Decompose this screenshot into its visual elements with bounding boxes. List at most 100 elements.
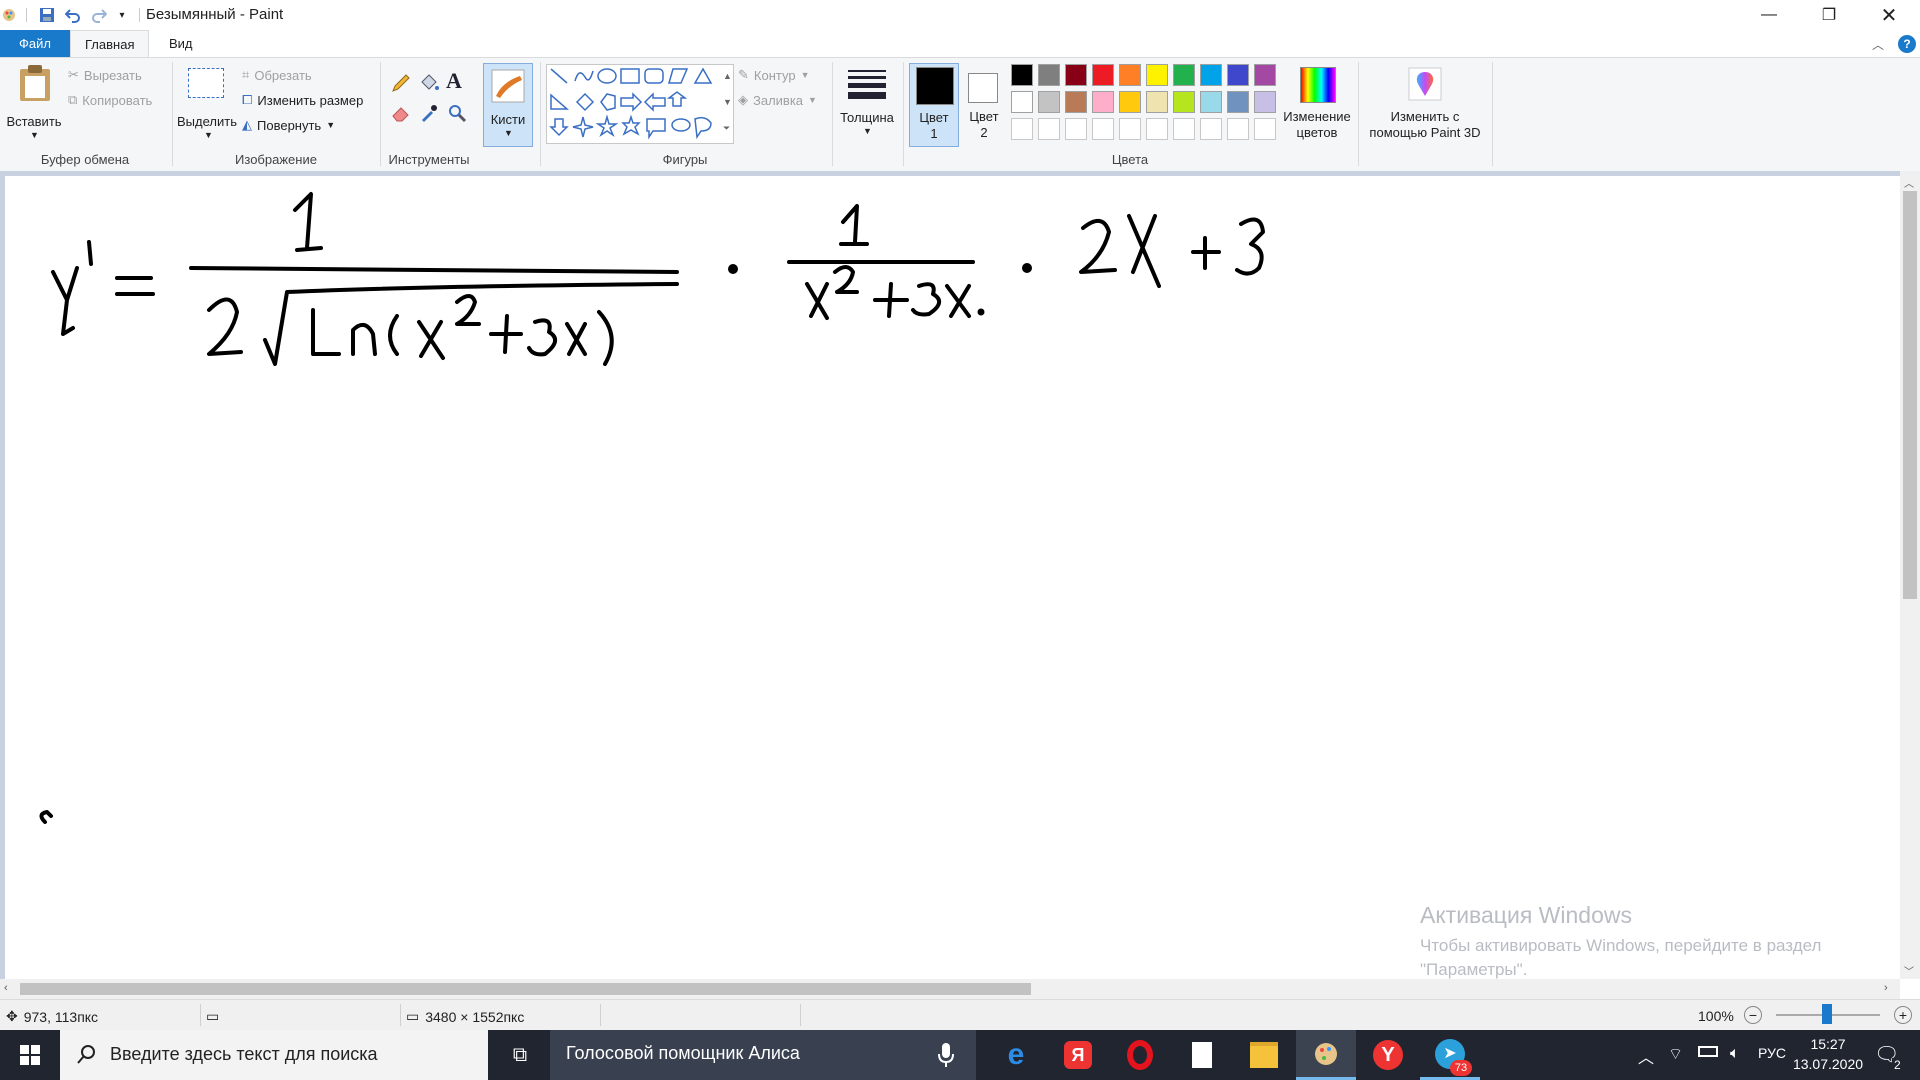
brushes-dropdown-icon: ▼ [504, 128, 513, 138]
edge-icon[interactable]: e [986, 1030, 1046, 1080]
language-indicator[interactable]: РУС [1758, 1045, 1786, 1061]
opera-icon[interactable] [1110, 1030, 1170, 1080]
minimize-button[interactable]: — [1740, 0, 1798, 30]
copy-button[interactable]: ⧉ Копировать [68, 89, 152, 111]
palette-custom-slot[interactable] [1200, 118, 1222, 140]
palette-custom-slot[interactable] [1092, 118, 1114, 140]
palette-swatch[interactable] [1173, 64, 1195, 86]
telegram-icon[interactable]: ➤ [1420, 1030, 1480, 1080]
scroll-right-icon[interactable]: › [1884, 982, 1888, 994]
palette-swatch[interactable] [1146, 64, 1168, 86]
palette-custom-slot[interactable] [1254, 118, 1276, 140]
palette-swatch[interactable] [1254, 64, 1276, 86]
rotate-button[interactable]: ◭ Повернуть ▼ [242, 114, 335, 136]
palette-custom-slot[interactable] [1173, 118, 1195, 140]
scroll-up-icon[interactable]: ︿ [1904, 175, 1914, 190]
color-picker-icon[interactable] [418, 102, 440, 124]
tab-home[interactable]: Главная [70, 30, 150, 58]
vertical-scroll-thumb[interactable] [1903, 191, 1917, 599]
horizontal-scroll-thumb[interactable] [20, 983, 1031, 995]
resize-button[interactable]: ⧠ Изменить размер [242, 89, 363, 111]
paint-taskbar-icon[interactable] [1296, 1030, 1356, 1080]
zoom-out-icon[interactable]: − [1744, 1006, 1762, 1024]
yandex-icon[interactable]: Y [1358, 1030, 1418, 1080]
fill-button[interactable]: ◈ Заливка ▼ [738, 89, 817, 111]
palette-swatch[interactable] [1227, 91, 1249, 113]
help-icon[interactable]: ? [1898, 35, 1916, 53]
crop-button[interactable]: ⌗ Обрезать [242, 64, 312, 86]
size-button[interactable]: Толщина ▼ [838, 64, 896, 148]
palette-swatch[interactable] [1065, 91, 1087, 113]
palette-custom-slot[interactable] [1119, 118, 1141, 140]
color1-button[interactable]: Цвет 1 [909, 63, 959, 147]
undo-icon[interactable] [64, 6, 82, 24]
cut-button[interactable]: ✂ Вырезать [68, 64, 142, 86]
palette-swatch[interactable] [1119, 64, 1141, 86]
clock-date[interactable]: 13.07.2020 [1792, 1056, 1864, 1072]
shapes-gallery[interactable]: ▲ ▼ ⏷ [546, 64, 734, 144]
alice-assistant[interactable]: Голосовой помощник Алиса [550, 1030, 976, 1080]
zoom-in-icon[interactable]: + [1894, 1006, 1912, 1024]
start-button[interactable] [0, 1030, 60, 1080]
edit-colors-button[interactable]: Изменение цветов [1283, 63, 1351, 147]
battery-icon[interactable] [1698, 1046, 1718, 1057]
scroll-down-icon[interactable]: ﹀ [1904, 963, 1914, 978]
select-button[interactable]: Выделить ▼ [176, 62, 238, 144]
group-separator [903, 62, 904, 166]
fill-bucket-icon[interactable] [418, 72, 440, 94]
tab-file[interactable]: Файл [0, 30, 70, 57]
paint-app-icon[interactable] [0, 6, 18, 24]
palette-swatch[interactable] [1092, 64, 1114, 86]
palette-swatch[interactable] [1092, 91, 1114, 113]
palette-swatch[interactable] [1011, 91, 1033, 113]
redo-icon[interactable] [90, 6, 108, 24]
horizontal-scrollbar[interactable]: ‹ › [0, 979, 1900, 999]
pencil-icon[interactable] [390, 72, 412, 94]
palette-swatch[interactable] [1038, 91, 1060, 113]
microphone-icon[interactable] [936, 1042, 956, 1071]
zoom-slider-thumb[interactable] [1822, 1004, 1832, 1024]
palette-custom-slot[interactable] [1065, 118, 1087, 140]
paint3d-button[interactable]: Изменить с помощью Paint 3D [1362, 63, 1488, 147]
save-icon[interactable] [38, 6, 56, 24]
vertical-scrollbar[interactable]: ︿ ﹀ [1900, 171, 1920, 979]
palette-swatch[interactable] [1173, 91, 1195, 113]
drawing-canvas[interactable] [5, 176, 1900, 979]
palette-swatch[interactable] [1119, 91, 1141, 113]
collapse-ribbon-icon[interactable]: ︿ [1872, 36, 1884, 53]
task-view-button[interactable]: ⧉ [490, 1030, 550, 1080]
tab-view[interactable]: Вид [155, 30, 207, 57]
file-explorer-icon[interactable] [1234, 1030, 1294, 1080]
file-icon[interactable] [1172, 1030, 1232, 1080]
palette-custom-slot[interactable] [1038, 118, 1060, 140]
palette-custom-slot[interactable] [1011, 118, 1033, 140]
show-hidden-icons-icon[interactable]: ︿ [1638, 1044, 1654, 1068]
restore-button[interactable]: ❐ [1800, 0, 1858, 30]
palette-swatch[interactable] [1011, 64, 1033, 86]
yandex-browser-icon[interactable]: Я [1048, 1030, 1108, 1080]
palette-swatch[interactable] [1146, 91, 1168, 113]
palette-custom-slot[interactable] [1227, 118, 1249, 140]
palette-custom-slot[interactable] [1146, 118, 1168, 140]
clock-time[interactable]: 15:27 [1796, 1036, 1860, 1052]
text-tool-icon[interactable]: A [446, 68, 462, 94]
palette-swatch[interactable] [1200, 64, 1222, 86]
network-icon[interactable]: ⌔ [1668, 1044, 1683, 1064]
eraser-icon[interactable] [390, 102, 412, 124]
scroll-left-icon[interactable]: ‹ [4, 982, 8, 994]
palette-swatch[interactable] [1200, 91, 1222, 113]
close-button[interactable]: ✕ [1860, 0, 1918, 30]
taskbar-search[interactable]: Введите здесь текст для поиска [60, 1030, 488, 1080]
palette-swatch[interactable] [1038, 64, 1060, 86]
palette-swatch[interactable] [1254, 91, 1276, 113]
brushes-button[interactable]: Кисти ▼ [483, 63, 533, 147]
magnifier-icon[interactable] [446, 102, 468, 124]
outline-button[interactable]: ✎ Контур ▼ [738, 64, 810, 86]
palette-swatch[interactable] [1065, 64, 1087, 86]
paste-button[interactable]: Вставить ▼ [4, 62, 64, 144]
palette-swatch[interactable] [1227, 64, 1249, 86]
volume-icon[interactable]: 🔈︎ [1730, 1045, 1740, 1063]
color2-button[interactable]: Цвет 2 [962, 63, 1006, 147]
image-size: ▭ 3480 × 1552пкс [406, 1008, 524, 1025]
customize-toolbar-icon[interactable]: ▾ [113, 6, 131, 24]
